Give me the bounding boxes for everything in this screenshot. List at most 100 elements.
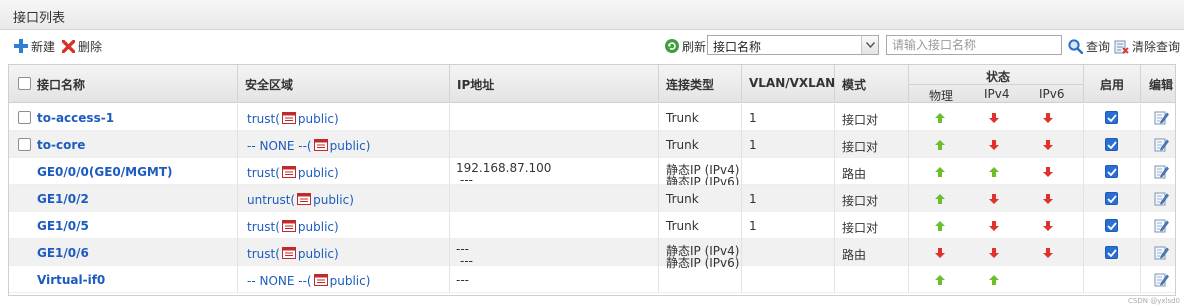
enable-checkbox[interactable]: [1105, 219, 1118, 232]
zone-prefix: -- NONE --(: [247, 139, 312, 153]
ipv4-status-up-arrow-icon: [989, 274, 999, 288]
divider: [741, 104, 742, 131]
col-status: 状态: [986, 70, 1011, 84]
ipv6-status-down-arrow-icon: [1043, 112, 1053, 126]
plus-icon: [14, 39, 28, 53]
divider: [237, 266, 238, 293]
divider: [908, 131, 909, 158]
enable-checkbox[interactable]: [1105, 165, 1118, 178]
col-ip[interactable]: IP地址: [457, 76, 494, 93]
panel-title: 接口列表: [13, 11, 66, 26]
edit-icon[interactable]: [1154, 272, 1169, 290]
status-divider: [908, 84, 1083, 85]
ipv6-status-down-arrow-icon: [1043, 247, 1053, 261]
edit-icon[interactable]: [1154, 191, 1169, 209]
divider: [658, 131, 659, 158]
security-zone-link[interactable]: -- NONE --( public): [247, 274, 370, 288]
interface-name-link[interactable]: GE1/0/5: [37, 219, 89, 233]
table-row[interactable]: Virtual-if0 -- NONE --(public) ---: [9, 266, 1175, 293]
select-all-checkbox[interactable]: [18, 77, 31, 90]
table-row[interactable]: to-access-1 trust(public) Trunk 1 接口对: [9, 104, 1175, 131]
edit-icon[interactable]: [1154, 110, 1169, 128]
zone-suffix: public): [297, 112, 339, 126]
interface-name-link[interactable]: GE1/0/6: [37, 246, 89, 260]
edit-icon[interactable]: [1154, 164, 1169, 182]
checkmark-icon: [1106, 248, 1117, 257]
query-button[interactable]: 查询: [1068, 38, 1110, 54]
zone-suffix: public): [329, 274, 371, 288]
divider: [449, 104, 450, 131]
enable-checkbox[interactable]: [1105, 192, 1118, 205]
col-conn-type[interactable]: 连接类型: [666, 76, 714, 93]
zone-prefix: -- NONE --(: [247, 274, 312, 288]
enable-checkbox[interactable]: [1105, 246, 1118, 259]
divider: [449, 185, 450, 212]
mode-value: 接口对: [842, 221, 879, 235]
interface-name-link[interactable]: Virtual-if0: [37, 273, 105, 287]
divider: [449, 131, 450, 158]
col-name[interactable]: 接口名称: [37, 76, 85, 93]
new-label: 新建: [31, 39, 56, 54]
enable-checkbox[interactable]: [1105, 138, 1118, 151]
divider: [1140, 158, 1141, 185]
divider: [658, 266, 659, 293]
col-vlan[interactable]: VLAN/VXLAN: [749, 76, 835, 90]
security-zone-link[interactable]: -- NONE --(public): [247, 139, 370, 153]
new-button[interactable]: 新建: [14, 38, 55, 54]
edit-icon[interactable]: [1154, 218, 1169, 236]
col-mode[interactable]: 模式: [842, 76, 866, 93]
ipv4-status-down-arrow-icon: [989, 247, 999, 261]
enable-checkbox[interactable]: [1105, 111, 1118, 124]
physical-status-up-arrow-icon: [935, 274, 945, 288]
divider: [834, 212, 835, 239]
edit-icon[interactable]: [1154, 245, 1169, 263]
table-row[interactable]: GE1/0/6 trust(public) --- --- 静态IP (IPv4) 静态I…: [9, 239, 1175, 270]
search-field-select[interactable]: 接口名称: [707, 35, 879, 55]
zone-prefix: untrust(: [247, 193, 296, 207]
row-checkbox[interactable]: [18, 111, 31, 124]
security-zone-link[interactable]: trust(public): [247, 247, 339, 261]
divider: [741, 131, 742, 158]
physical-status-up-arrow-icon: [935, 193, 945, 207]
divider: [237, 212, 238, 239]
zone-suffix: public): [313, 193, 354, 207]
security-zone-link[interactable]: trust(public): [247, 220, 339, 234]
refresh-button[interactable]: 刷新: [665, 38, 706, 54]
table-row[interactable]: GE0/0/0(GE0/MGMT) trust(public) 192.168.87…: [9, 158, 1175, 189]
chevron-down-icon[interactable]: [861, 36, 878, 54]
row-checkbox[interactable]: [18, 138, 31, 151]
table-row[interactable]: GE1/0/5 trust(public) Trunk 1 接口对: [9, 212, 1175, 239]
divider: [908, 212, 909, 239]
divider: [1083, 131, 1084, 158]
divider: [237, 65, 238, 103]
divider: [1140, 131, 1141, 158]
table-row[interactable]: to-core -- NONE --(public) Trunk 1 接口对: [9, 131, 1175, 158]
search-input[interactable]: [886, 35, 1062, 55]
interface-name-link[interactable]: to-core: [37, 138, 85, 152]
divider: [834, 131, 835, 158]
edit-icon[interactable]: [1154, 137, 1169, 155]
vlan-value: 1: [749, 192, 757, 206]
divider: [1083, 65, 1084, 103]
security-zone-link[interactable]: untrust( public): [247, 193, 354, 207]
interface-name-link[interactable]: to-access-1: [37, 111, 114, 125]
delete-button[interactable]: 删除: [62, 38, 102, 54]
divider: [1083, 104, 1084, 131]
col-zone[interactable]: 安全区域: [245, 76, 293, 93]
mode-value: 接口对: [842, 194, 879, 208]
ipv4-status-up-arrow-icon: [989, 166, 999, 180]
clear-query-button[interactable]: 清除查询: [1114, 38, 1180, 54]
zone-prefix: trust(: [247, 166, 280, 180]
checkmark-icon: [1106, 221, 1117, 230]
security-zone-link[interactable]: trust( public): [247, 112, 339, 126]
refresh-label: 刷新: [682, 39, 707, 54]
interface-name-link[interactable]: GE0/0/0(GE0/MGMT): [37, 165, 173, 179]
panel-header: 接口列表: [0, 0, 1184, 30]
col-enable[interactable]: 启用: [1100, 76, 1124, 93]
connection-type: Trunk: [666, 138, 699, 152]
vlan-value: 1: [749, 138, 757, 152]
interface-name-link[interactable]: GE1/0/2: [37, 192, 89, 206]
security-zone-link[interactable]: trust(public): [247, 166, 339, 180]
zone-prefix: trust(: [247, 112, 280, 126]
table-row[interactable]: GE1/0/2 untrust(public) Trunk 1 接口对: [9, 185, 1175, 212]
